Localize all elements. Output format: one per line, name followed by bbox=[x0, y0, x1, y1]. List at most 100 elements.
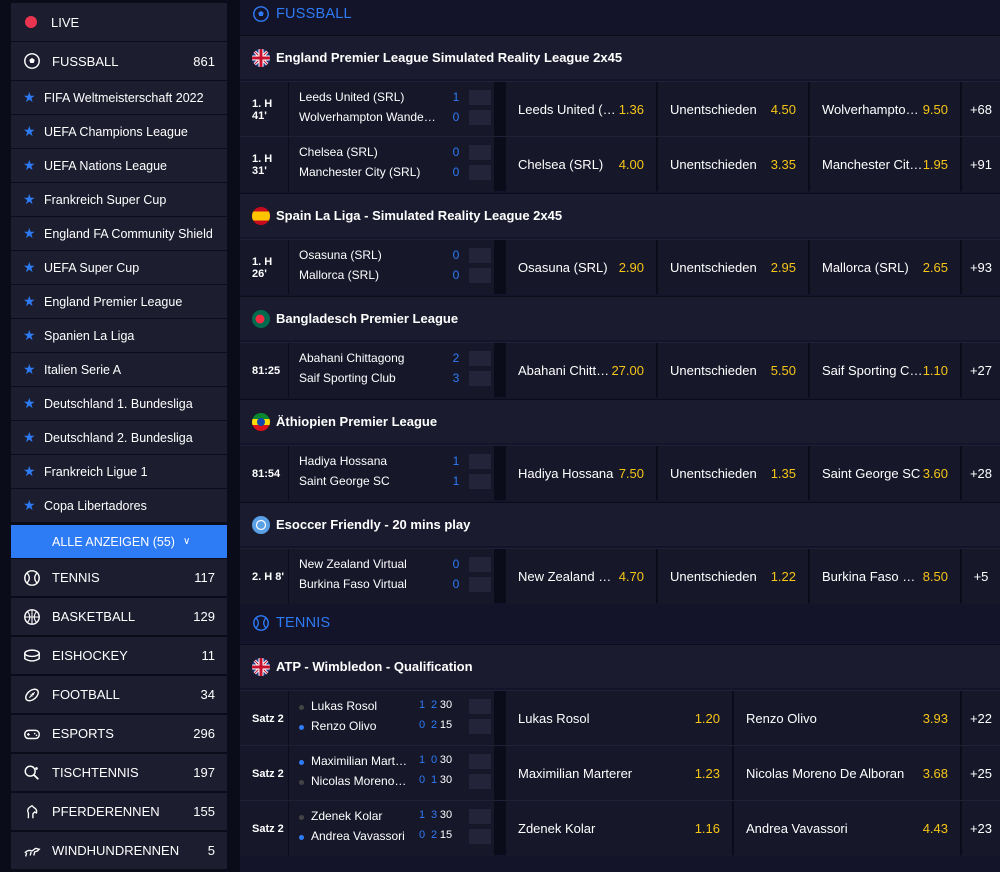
stats-box bbox=[469, 577, 491, 592]
event-teams[interactable]: Hadiya Hossana Saint George SC 1 1 bbox=[289, 446, 494, 501]
event-time: 1. H 26' bbox=[240, 240, 288, 295]
odds-home-button[interactable]: Lukas Rosol 1.20 bbox=[506, 691, 732, 746]
sidebar-league-item[interactable]: ★ UEFA Nations League bbox=[11, 149, 227, 182]
sidebar-league-item[interactable]: ★ UEFA Super Cup bbox=[11, 251, 227, 284]
event-teams[interactable]: Osasuna (SRL) Mallorca (SRL) 0 0 bbox=[289, 240, 494, 295]
sidebar-item-count: 117 bbox=[194, 570, 215, 585]
sidebar-item-fussball[interactable]: FUSSBALL 861 bbox=[11, 42, 227, 80]
sidebar-league-item[interactable]: ★ Copa Libertadores bbox=[11, 489, 227, 522]
stats-box bbox=[469, 351, 491, 366]
event-row: Satz 2 Zdenek Kolar Andrea Vavassori 1 0 3 2 30… bbox=[240, 800, 1000, 856]
odds-away-button[interactable]: Mallorca (SRL) 2.65 bbox=[810, 240, 960, 295]
more-markets-button[interactable]: +5 bbox=[962, 549, 1000, 604]
sidebar-league-item[interactable]: ★ England Premier League bbox=[11, 285, 227, 318]
odds-home-button[interactable]: Maximilian Marterer 1.23 bbox=[506, 746, 732, 801]
sidebar-item-football[interactable]: FOOTBALL 34 bbox=[11, 676, 227, 713]
league-header[interactable]: England Premier League Simulated Reality… bbox=[240, 35, 1000, 79]
odds-away-button[interactable]: Manchester City (SRL)1.95 bbox=[810, 137, 960, 192]
sidebar-league-item[interactable]: ★ Spanien La Liga bbox=[11, 319, 227, 352]
odds-value: 4.43 bbox=[922, 821, 948, 836]
away-score: 3 bbox=[452, 371, 460, 385]
odds-away-button[interactable]: Wolverhampton Wanderers (SRL)9.50 bbox=[810, 82, 960, 137]
more-markets-button[interactable]: +25 bbox=[962, 746, 1000, 801]
away-score: 0 bbox=[452, 577, 460, 591]
sidebar-league-item[interactable]: ★ Frankreich Super Cup bbox=[11, 183, 227, 216]
league-header[interactable]: Spain La Liga - Simulated Reality League… bbox=[240, 193, 1000, 237]
home-player: Zdenek Kolar bbox=[311, 809, 383, 823]
event-row: Satz 2 Lukas Rosol Renzo Olivo 1 0 2 2 30 15 Luka… bbox=[240, 690, 1000, 746]
sidebar-league-item[interactable]: ★ Italien Serie A bbox=[11, 353, 227, 386]
odds-home-button[interactable]: New Zealand Virtual4.70 bbox=[506, 549, 656, 604]
odds-draw-button[interactable]: Unentschieden 1.35 bbox=[658, 446, 808, 501]
event-teams[interactable]: Zdenek Kolar Andrea Vavassori 1 0 3 2 30 15 bbox=[289, 801, 494, 856]
sidebar-item-eishockey[interactable]: EISHOCKEY 11 bbox=[11, 637, 227, 674]
sidebar-item-tischtennis[interactable]: TISCHTENNIS 197 bbox=[11, 754, 227, 791]
odds-home-button[interactable]: Hadiya Hossana 7.50 bbox=[506, 446, 656, 501]
odds-away-button[interactable]: Nicolas Moreno De Alboran 3.68 bbox=[734, 746, 960, 801]
sidebar-live[interactable]: LIVE bbox=[11, 3, 227, 41]
sidebar-league-label: UEFA Super Cup bbox=[44, 260, 140, 275]
odds-away-button[interactable]: Andrea Vavassori 4.43 bbox=[734, 801, 960, 856]
sidebar-item-count: 155 bbox=[193, 804, 215, 819]
star-icon: ★ bbox=[23, 89, 36, 105]
odds-value: 7.50 bbox=[618, 466, 644, 481]
event-teams[interactable]: Abahani Chittagong Saif Sporting Club 2 3 bbox=[289, 343, 494, 398]
odds-home-button[interactable]: Abahani Chittagong27.00 bbox=[506, 343, 656, 398]
league-header[interactable]: Bangladesch Premier League bbox=[240, 296, 1000, 340]
more-markets-button[interactable]: +27 bbox=[962, 343, 1000, 398]
odds-home-button[interactable]: Leeds United (SRL)1.36 bbox=[506, 82, 656, 137]
sidebar-item-basketball[interactable]: BASKETBALL 129 bbox=[11, 598, 227, 635]
odds-draw-button[interactable]: Unentschieden 5.50 bbox=[658, 343, 808, 398]
section-header: TENNIS bbox=[240, 607, 1000, 639]
sidebar-league-item[interactable]: ★ Deutschland 2. Bundesliga bbox=[11, 421, 227, 454]
event-row: 81:25 Abahani Chittagong Saif Sporting Clu… bbox=[240, 342, 1000, 398]
more-markets-button[interactable]: +93 bbox=[962, 240, 1000, 295]
sidebar-league-item[interactable]: ★ England FA Community Shield bbox=[11, 217, 227, 250]
league-header[interactable]: Äthiopien Premier League bbox=[240, 399, 1000, 443]
show-all-button[interactable]: ALLE ANZEIGEN (55) ∨ bbox=[11, 525, 227, 558]
more-markets-count: +27 bbox=[969, 363, 993, 378]
sidebar-league-item[interactable]: ★ Frankreich Ligue 1 bbox=[11, 455, 227, 488]
sidebar-item-count: 34 bbox=[200, 687, 215, 702]
odds-home-button[interactable]: Chelsea (SRL) 4.00 bbox=[506, 137, 656, 192]
event-teams[interactable]: Lukas Rosol Renzo Olivo 1 0 2 2 30 15 bbox=[289, 691, 494, 746]
odds-draw-button[interactable]: Unentschieden 2.95 bbox=[658, 240, 808, 295]
odds-label: Hadiya Hossana bbox=[518, 466, 614, 481]
sidebar-league-item[interactable]: ★ Deutschland 1. Bundesliga bbox=[11, 387, 227, 420]
odds-away-button[interactable]: Renzo Olivo 3.93 bbox=[734, 691, 960, 746]
league-header[interactable]: Esoccer Friendly - 20 mins play bbox=[240, 502, 1000, 546]
more-markets-count: +23 bbox=[969, 821, 993, 836]
sidebar-item-count: 197 bbox=[193, 765, 215, 780]
event-time: Satz 2 bbox=[240, 746, 288, 801]
more-markets-button[interactable]: +91 bbox=[962, 137, 1000, 192]
odds-away-button[interactable]: Saint George SC 3.60 bbox=[810, 446, 960, 501]
odds-away-button[interactable]: Burkina Faso Virtual8.50 bbox=[810, 549, 960, 604]
sidebar-item-tennis[interactable]: TENNIS 117 bbox=[11, 559, 227, 596]
more-markets-button[interactable]: +28 bbox=[962, 446, 1000, 501]
sidebar-league-label: Italien Serie A bbox=[44, 362, 122, 377]
sidebar-item-windhundrennen[interactable]: WINDHUNDRENNEN 5 bbox=[11, 832, 227, 869]
sidebar-item-esports[interactable]: ESPORTS 296 bbox=[11, 715, 227, 752]
sidebar-league-item[interactable]: ★ UEFA Champions League bbox=[11, 115, 227, 148]
odds-draw-button[interactable]: Unentschieden 1.22 bbox=[658, 549, 808, 604]
odds-home-button[interactable]: Zdenek Kolar 1.16 bbox=[506, 801, 732, 856]
star-icon: ★ bbox=[23, 259, 36, 275]
odds-draw-button[interactable]: Unentschieden 3.35 bbox=[658, 137, 808, 192]
odds-away-button[interactable]: Saif Sporting Club 1.10 bbox=[810, 343, 960, 398]
set-indicator: Satz 2 bbox=[252, 822, 284, 835]
stats-box bbox=[469, 268, 491, 283]
home-set-score: 30 bbox=[439, 754, 453, 766]
more-markets-button[interactable]: +22 bbox=[962, 691, 1000, 746]
odds-label: Osasuna (SRL) bbox=[518, 260, 608, 275]
event-teams[interactable]: Maximilian Marterer Nicolas Moreno De Alb… bbox=[289, 746, 494, 801]
more-markets-button[interactable]: +23 bbox=[962, 801, 1000, 856]
more-markets-button[interactable]: +68 bbox=[962, 82, 1000, 137]
event-teams[interactable]: Leeds United (SRL) Wolverhampton Wanderer… bbox=[289, 82, 494, 137]
sidebar-league-item[interactable]: ★ FIFA Weltmeisterschaft 2022 bbox=[11, 81, 227, 114]
event-teams[interactable]: New Zealand Virtual Burkina Faso Virtual 0… bbox=[289, 549, 494, 604]
sidebar-item-pferderennen[interactable]: PFERDERENNEN 155 bbox=[11, 793, 227, 830]
odds-home-button[interactable]: Osasuna (SRL) 2.90 bbox=[506, 240, 656, 295]
event-teams[interactable]: Chelsea (SRL) Manchester City (SRL) 0 0 bbox=[289, 137, 494, 192]
odds-draw-button[interactable]: Unentschieden 4.50 bbox=[658, 82, 808, 137]
league-header[interactable]: ATP - Wimbledon - Qualification bbox=[240, 644, 1000, 688]
